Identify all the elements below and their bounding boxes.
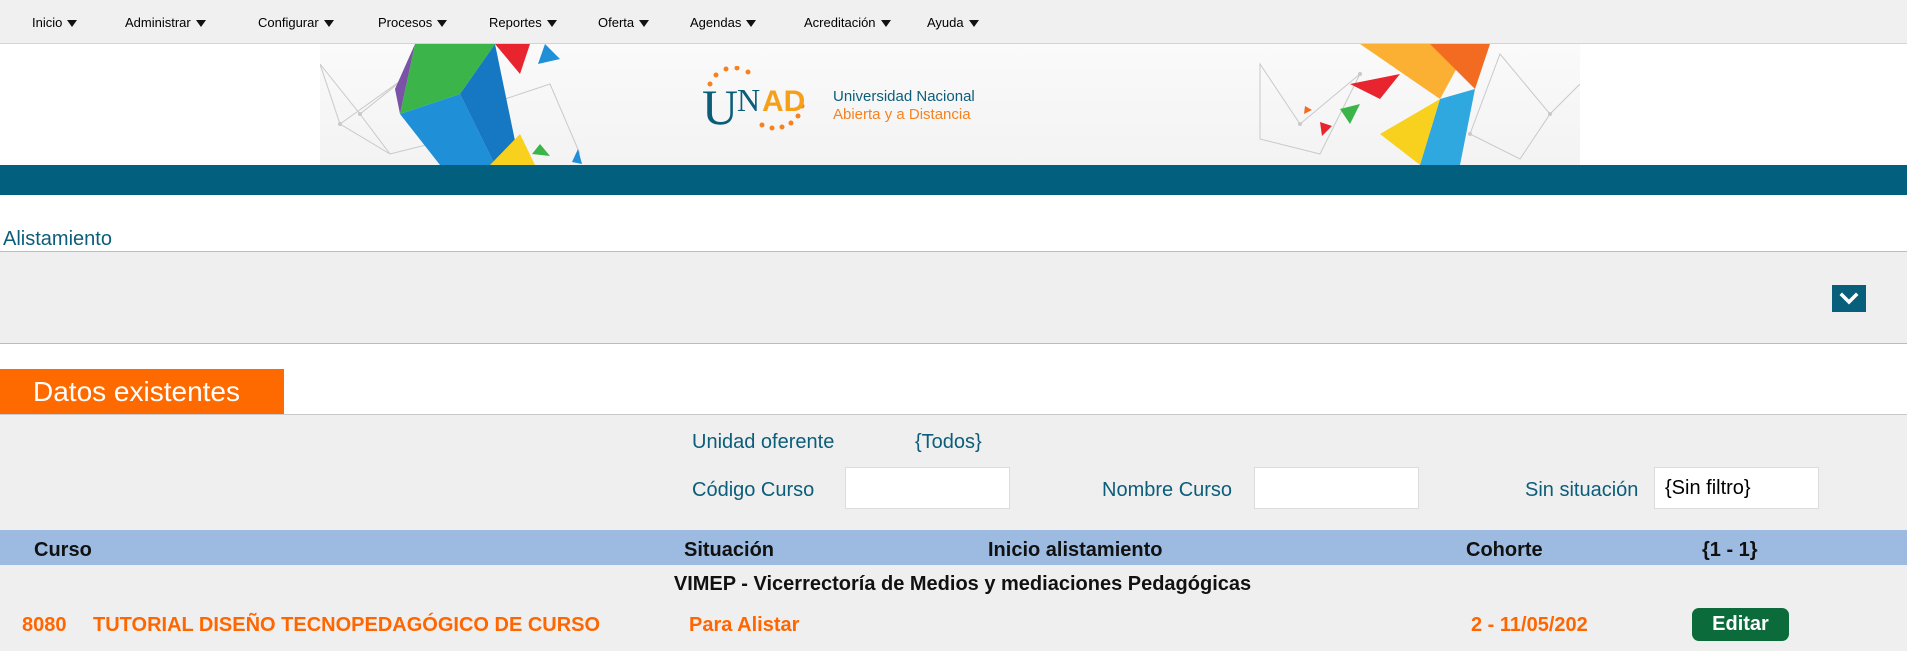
table-header: Curso Situación Inicio alistamiento Coho…	[0, 530, 1907, 565]
pagination-range: {1 - 1}	[1702, 539, 1758, 561]
caret-down-icon	[195, 20, 206, 28]
university-name-line1: Universidad Nacional	[833, 88, 975, 105]
unad-logo-icon: U N AD	[702, 66, 805, 135]
menu-label: Oferta	[598, 15, 635, 30]
unidad-oferente-label: Unidad oferente	[692, 431, 835, 453]
header-banner: U N AD Universidad Nacional Abierta y a …	[320, 44, 1580, 165]
caret-down-icon	[323, 20, 334, 28]
menu-reportes[interactable]: Reportes	[489, 0, 557, 44]
university-name-line2: Abierta y a Distancia	[833, 106, 971, 123]
edit-button[interactable]: Editar	[1692, 608, 1789, 641]
alistamiento-panel	[0, 251, 1907, 344]
menu-label: Procesos	[378, 15, 433, 30]
menu-agendas[interactable]: Agendas	[690, 0, 757, 44]
column-inicio-alistamiento: Inicio alistamiento	[988, 539, 1163, 561]
menu-oferta[interactable]: Oferta	[598, 0, 650, 44]
caret-down-icon	[67, 20, 78, 28]
column-curso: Curso	[34, 539, 92, 561]
menu-label: Inicio	[32, 15, 63, 30]
menu-ayuda[interactable]: Ayuda	[927, 0, 979, 44]
logo-letter-n: N	[737, 82, 760, 118]
caret-down-icon	[746, 20, 757, 28]
menu-label: Reportes	[489, 15, 542, 30]
caret-down-icon	[639, 20, 650, 28]
expand-panel-button[interactable]	[1832, 285, 1866, 312]
caret-down-icon	[546, 20, 557, 28]
course-name: TUTORIAL DISEÑO TECNOPEDAGÓGICO DE CURSO	[93, 614, 601, 636]
caret-down-icon	[968, 20, 979, 28]
caret-down-icon	[880, 20, 891, 28]
course-situacion: Para Alistar	[689, 614, 800, 636]
results-tab-header: Datos existentes	[0, 369, 284, 414]
sin-situacion-select[interactable]: {Sin filtro}	[1654, 467, 1819, 509]
codigo-curso-label: Código Curso	[692, 479, 815, 501]
menu-label: Acreditación	[804, 15, 876, 30]
group-row-unit: VIMEP - Vicerrectoría de Medios y mediac…	[673, 573, 1252, 595]
top-menu-bar: Inicio Administrar Configurar Procesos R…	[0, 0, 1907, 44]
menu-label: Configurar	[258, 15, 319, 30]
header-divider-bar	[0, 165, 1907, 195]
course-cohorte: 2 - 11/05/202	[1471, 614, 1588, 636]
column-situacion: Situación	[684, 539, 775, 561]
chevron-down-icon	[1839, 292, 1859, 305]
menu-label: Agendas	[690, 15, 742, 30]
menu-configurar[interactable]: Configurar	[258, 0, 334, 44]
codigo-curso-input[interactable]	[845, 467, 1010, 509]
column-cohorte: Cohorte	[1466, 539, 1543, 561]
section-title: Alistamiento	[3, 228, 112, 250]
logo-letters-ad: AD	[762, 85, 805, 118]
logo-letter-u: U	[702, 79, 738, 135]
menu-procesos[interactable]: Procesos	[378, 0, 448, 44]
menu-inicio[interactable]: Inicio	[32, 0, 78, 44]
nombre-curso-label: Nombre Curso	[1102, 479, 1233, 501]
menu-acreditacion[interactable]: Acreditación	[804, 0, 891, 44]
menu-administrar[interactable]: Administrar	[125, 0, 206, 44]
nombre-curso-input[interactable]	[1254, 467, 1419, 509]
course-code: 8080	[22, 614, 67, 636]
sin-situacion-label: Sin situación	[1525, 479, 1639, 501]
unidad-oferente-select[interactable]: {Todos}	[915, 431, 982, 454]
menu-label: Ayuda	[927, 15, 964, 30]
menu-label: Administrar	[125, 15, 191, 30]
caret-down-icon	[437, 20, 448, 28]
